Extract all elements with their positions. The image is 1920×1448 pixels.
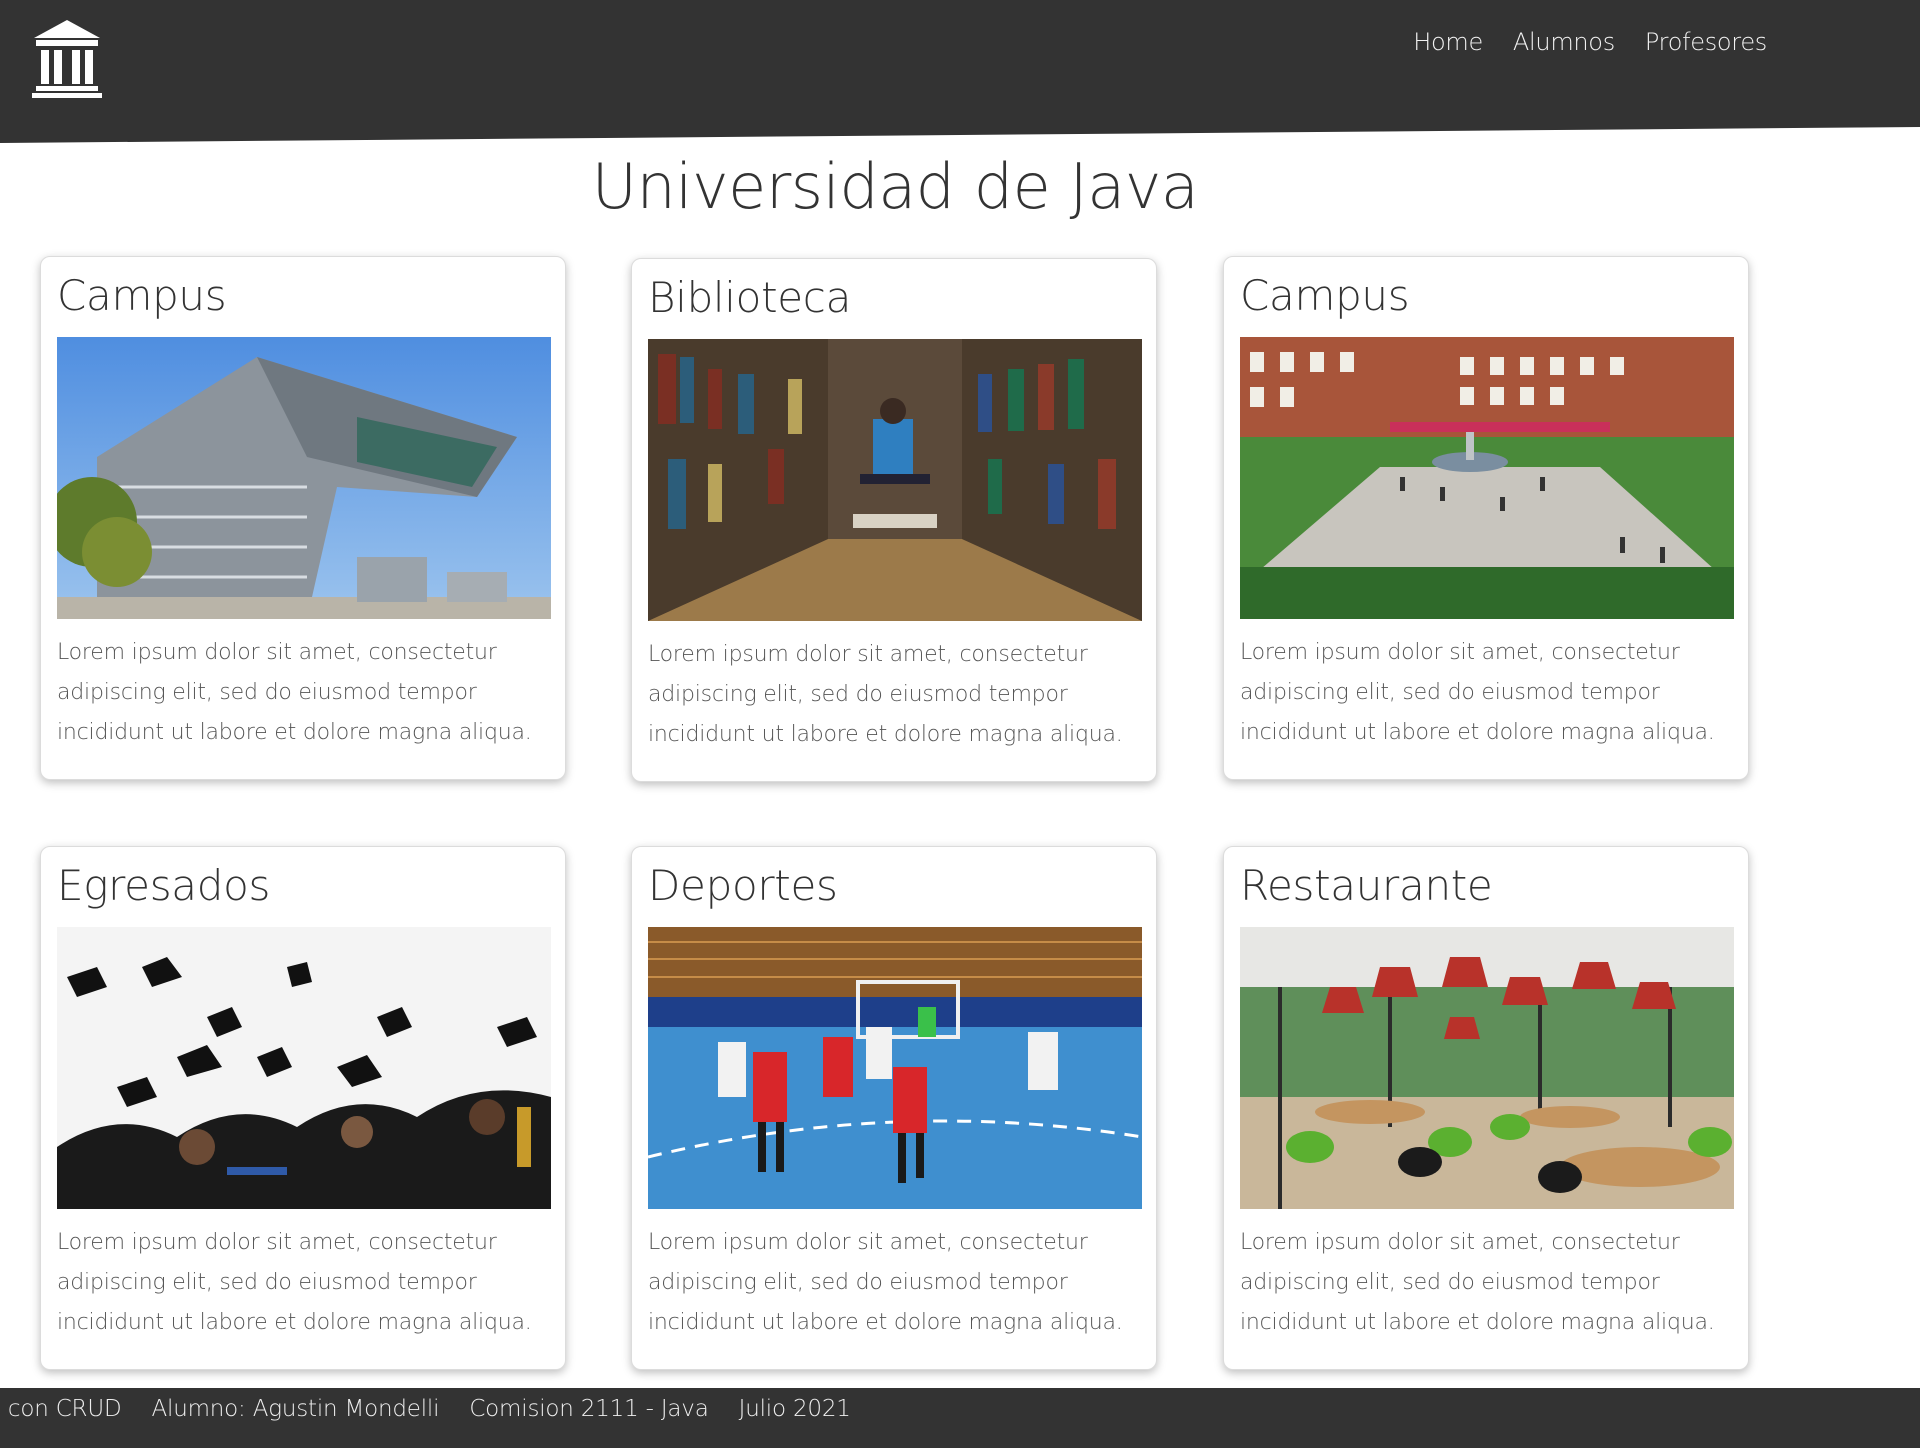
card-description: Lorem ipsum dolor sit amet, consectetur … [648, 642, 1123, 747]
university-building-icon[interactable] [32, 18, 102, 98]
sports-photo [648, 927, 1142, 1209]
card-title: Egresados [57, 861, 271, 910]
card-description: Lorem ipsum dolor sit amet, consectetur … [57, 640, 532, 745]
graduates-photo [57, 927, 551, 1209]
library-photo [648, 339, 1142, 621]
footer-date: Julio 2021 [738, 1396, 851, 1422]
footer: nd con CRUD Alumno: Agustin Mondelli Com… [0, 1388, 1920, 1448]
card-description: Lorem ipsum dolor sit amet, consectetur … [57, 1230, 532, 1335]
card-title: Campus [1240, 271, 1410, 320]
card-description: Lorem ipsum dolor sit amet, consectetur … [648, 1230, 1123, 1335]
card-title: Biblioteca [648, 273, 852, 322]
card-campus-quad: Campus Lorem ipsum dolor sit amet, conse [1223, 256, 1749, 780]
footer-project: nd con CRUD [0, 1396, 122, 1422]
card-description: Lorem ipsum dolor sit amet, consectetur … [1240, 1230, 1715, 1335]
campus-quad-photo [1240, 337, 1734, 619]
card-deportes: Deportes Lorem ipsum dolor sit amet, con… [631, 846, 1157, 1370]
card-egresados: Egresados Lorem ipsum dolor sit amet, co… [40, 846, 566, 1370]
footer-commission: Comision 2111 - Java [469, 1396, 709, 1422]
card-title: Restaurante [1240, 861, 1493, 910]
top-navbar: Home Alumnos Profesores [0, 0, 1920, 143]
card-description: Lorem ipsum dolor sit amet, consectetur … [1240, 640, 1715, 745]
card-biblioteca: Biblioteca Lorem ipsum dolor sit amet, c… [631, 258, 1157, 782]
footer-info: nd con CRUD Alumno: Agustin Mondelli Com… [0, 1396, 851, 1422]
nav-link-alumnos[interactable]: Alumnos [1513, 28, 1615, 56]
card-title: Campus [57, 271, 227, 320]
page-title: Universidad de Java [591, 150, 1199, 223]
main-nav: Home Alumnos Profesores [1413, 28, 1767, 56]
footer-student: Alumno: Agustin Mondelli [151, 1396, 440, 1422]
nav-link-home[interactable]: Home [1413, 28, 1483, 56]
campus-building-photo [57, 337, 551, 619]
card-restaurante: Restaurante Lorem ipsum dolor sit amet, … [1223, 846, 1749, 1370]
card-campus: Campus Lorem ipsum dolor sit amet, conse… [40, 256, 566, 780]
restaurant-photo [1240, 927, 1734, 1209]
nav-link-profesores[interactable]: Profesores [1645, 28, 1767, 56]
card-title: Deportes [648, 861, 838, 910]
